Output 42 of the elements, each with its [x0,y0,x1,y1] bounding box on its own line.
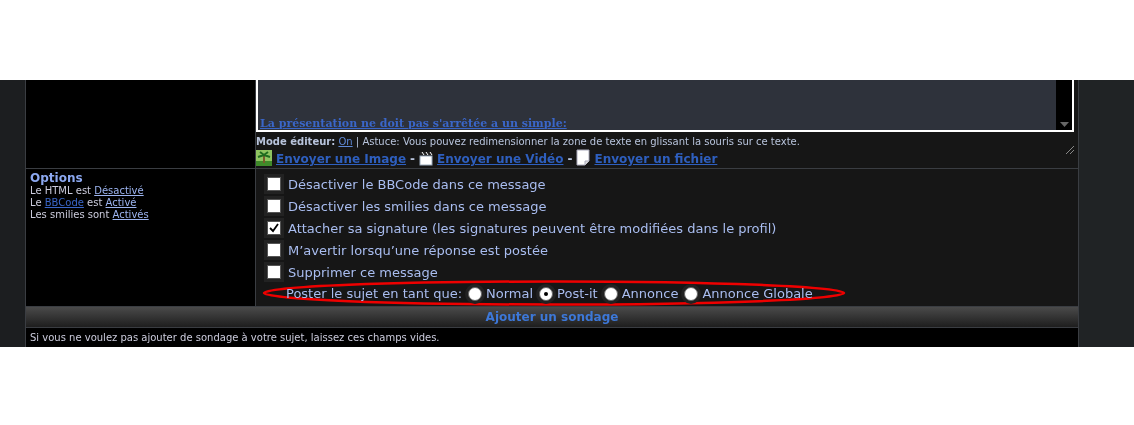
upload-link[interactable]: Envoyer une Image [276,152,407,166]
upload-link[interactable]: Envoyer un fichier [594,152,718,166]
checkbox-label: M’avertir lorsqu’une réponse est postée [288,242,548,258]
checkbox[interactable] [267,177,281,191]
separator: - [410,152,416,166]
option-status: Le HTML est Désactivé [30,185,145,197]
message-textarea[interactable]: La présentation ne doit pas s'arrêtée a un simple: [256,80,1074,132]
radio-label: Normal [486,286,534,301]
checkbox[interactable] [267,221,281,235]
editor-mode-link[interactable]: On [338,136,353,147]
section-header: Ajouter un sondage [26,307,1078,328]
scroll-down-icon[interactable] [1060,122,1069,127]
editor-tip: Mode éditeur: On | Astuce: Vous pouvez redimensionner la zone de texte en glissant la souris sur ce texte. [256,136,801,147]
radio-label: Post-it [557,286,598,301]
checkbox[interactable] [267,265,281,279]
checkbox[interactable] [267,243,281,257]
resize-grip-icon[interactable] [1064,144,1074,154]
status-link[interactable]: Activés [112,209,149,220]
radio-button[interactable] [539,286,554,301]
poll-hint: Si vous ne voulez pas ajouter de sondage à votre sujet, laissez ces champs vides. [29,331,441,345]
options-title: Options [30,171,84,185]
radio-button[interactable] [684,286,699,301]
radio-button[interactable] [468,286,483,301]
scrollbar[interactable] [1056,80,1072,130]
upload-link[interactable]: Envoyer une Vidéo [437,152,564,166]
checkbox-label: Désactiver le BBCode dans ce message [288,176,546,192]
option-status: Les smilies sont Activés [30,209,150,221]
status-link[interactable]: BBCode [44,197,84,208]
checkbox-label: Attacher sa signature (les signatures peuvent être modifiées dans le profil) [288,220,777,236]
radio-label: Annonce Globale [702,286,813,301]
checkbox[interactable] [267,199,281,213]
checkbox-label: Supprimer ce message [288,264,438,280]
separator: - [567,152,573,166]
radio-button[interactable] [603,286,618,301]
checkbox-label: Désactiver les smilies dans ce message [288,198,547,214]
document-icon [576,149,591,166]
option-status: Le BBCode est Activé [30,197,138,209]
palm-tree-icon [256,150,272,166]
post-as-label: Poster le sujet en tant que: [286,286,463,301]
status-link[interactable]: Activé [105,197,137,208]
radio-label: Annonce [621,286,679,301]
status-link[interactable]: Désactivé [94,185,144,196]
